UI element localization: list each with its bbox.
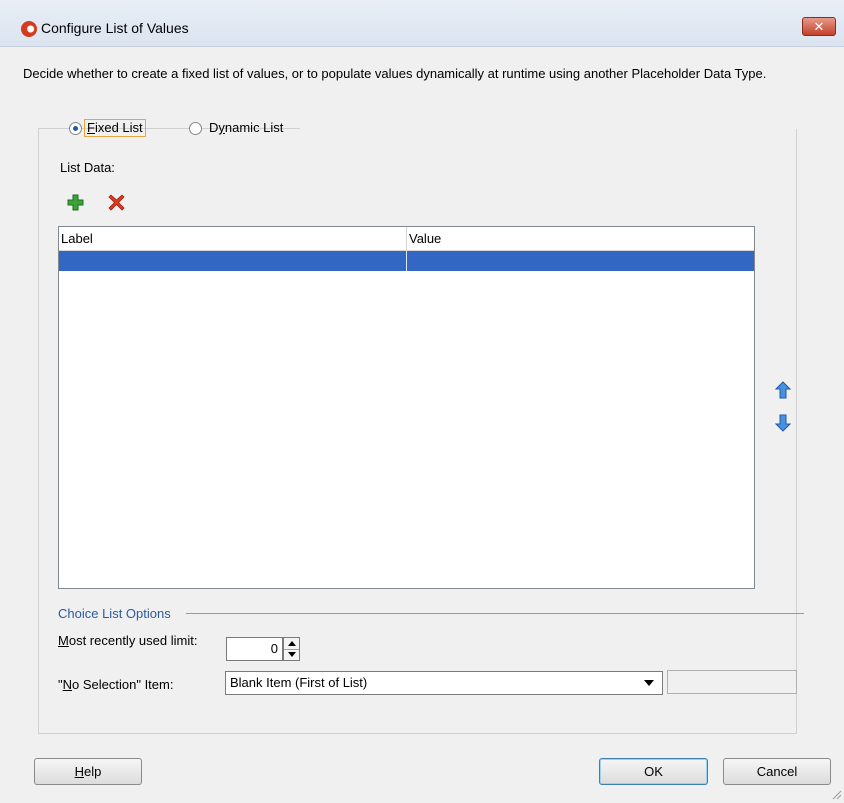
mru-limit-label: Most recently used limit: [58,633,198,648]
arrow-up-icon[interactable] [775,381,791,399]
mru-limit-spinner[interactable] [283,637,300,661]
window-title: Configure List of Values [41,20,189,36]
fixed-list-radio[interactable] [69,122,82,135]
no-selection-item-value: Blank Item (First of List) [230,675,368,690]
no-selection-item-select[interactable]: Blank Item (First of List) [225,671,663,695]
arrow-down-icon[interactable] [775,414,791,432]
cancel-button[interactable]: Cancel [723,758,831,785]
fixed-list-label[interactable]: Fixed List [84,119,146,137]
dynamic-list-label[interactable]: Dynamic List [209,120,283,136]
list-data-label: List Data: [60,160,115,175]
no-selection-item-label: "No Selection" Item: [58,677,174,692]
close-button[interactable]: ✕ [802,17,836,36]
remove-icon[interactable] [108,194,125,211]
section-divider [186,613,804,614]
description-text: Decide whether to create a fixed list of… [23,66,767,81]
spin-down-icon[interactable] [284,649,299,660]
help-button[interactable]: Help [34,758,142,785]
group-border-gap [300,128,797,129]
chevron-down-icon[interactable] [644,680,654,686]
no-selection-label-field [667,670,797,694]
list-data-table[interactable]: Label Value [58,226,755,589]
table-row[interactable] [59,251,754,271]
column-header-label[interactable]: Label [59,227,407,251]
oracle-logo-icon [21,21,37,37]
column-header-value[interactable]: Value [407,227,754,251]
ok-button[interactable]: OK [599,758,708,785]
choice-list-options-title: Choice List Options [58,606,171,621]
mru-limit-input[interactable]: 0 [226,637,283,661]
add-icon[interactable] [67,194,84,211]
resize-grip-icon[interactable] [830,788,842,800]
dynamic-list-radio[interactable] [189,122,202,135]
